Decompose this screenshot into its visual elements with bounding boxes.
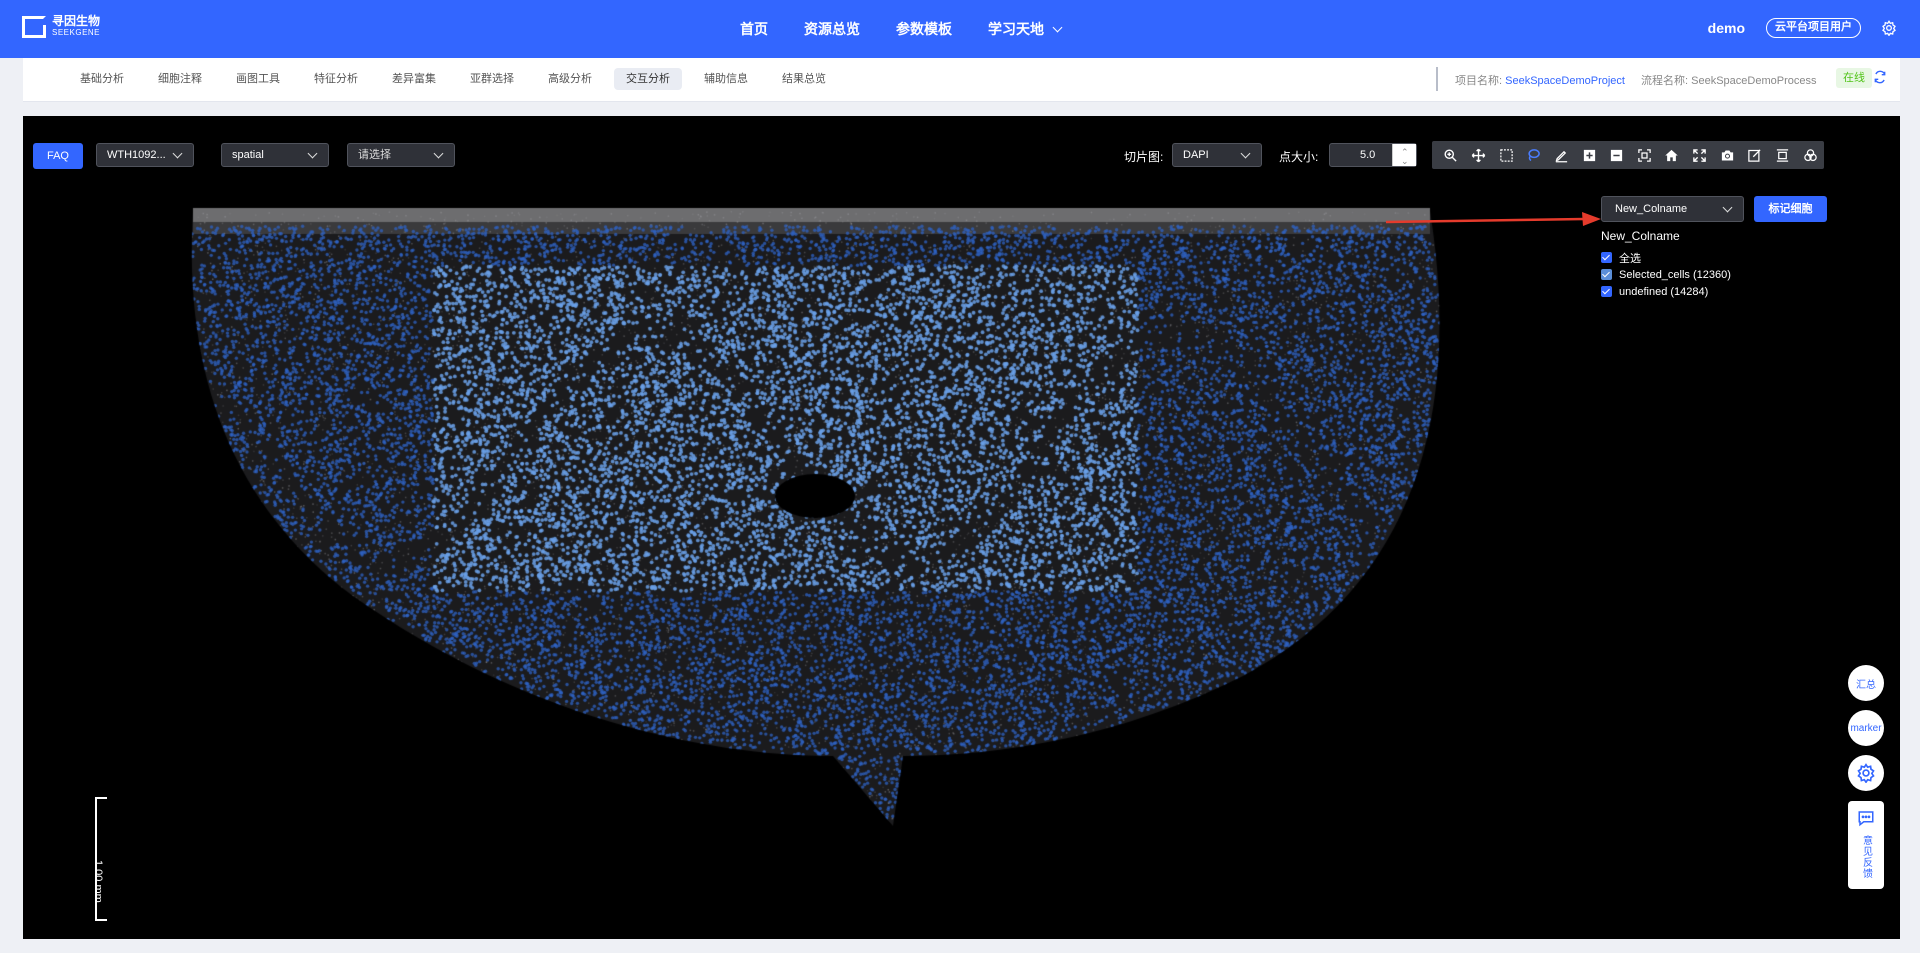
zoom-in-icon[interactable] <box>1437 141 1465 169</box>
nav-learning[interactable]: 学习天地 <box>988 19 1063 39</box>
embedding-select[interactable]: spatial <box>221 143 329 167</box>
process-name: SeekSpaceDemoProcess <box>1691 75 1817 87</box>
chevron-down-icon <box>1722 202 1733 213</box>
legend-item-undefined[interactable]: undefined (14284) <box>1601 283 1731 300</box>
plus-icon[interactable] <box>1575 141 1603 169</box>
slice-select[interactable]: DAPI <box>1172 143 1262 167</box>
draw-icon[interactable] <box>1548 141 1576 169</box>
legend-item-select-all[interactable]: 全选 <box>1601 249 1731 266</box>
viewer-toolbar <box>1432 141 1824 169</box>
user-name[interactable]: demo <box>1708 20 1745 36</box>
point-size-label: 点大小: <box>1279 150 1319 164</box>
top-bar: 寻因生物 SEEKGENE 首页 资源总览 参数模板 学习天地 demo 云平台… <box>0 0 1920 58</box>
legend-title: New_Colname <box>1601 229 1680 243</box>
checkbox-icon[interactable] <box>1601 286 1612 297</box>
refresh-icon[interactable] <box>1873 70 1887 84</box>
sample-select[interactable]: WTH1092... <box>96 143 194 167</box>
chevron-down-icon <box>307 148 318 159</box>
point-size-value: 5.0 <box>1360 149 1376 161</box>
scale-bar-label: 1.00 mm <box>92 860 104 903</box>
project-label: 项目名称: <box>1455 75 1506 87</box>
feedback-button[interactable]: 意见反馈 <box>1848 801 1884 889</box>
tab-interactive-analysis[interactable]: 交互分析 <box>614 68 682 90</box>
nav-templates[interactable]: 参数模板 <box>896 19 952 39</box>
cell-legend: New_Colname 全选 Selected_cells (12360) un… <box>1601 229 1731 300</box>
pan-icon[interactable] <box>1465 141 1493 169</box>
brand-logo[interactable]: 寻因生物 SEEKGENE <box>22 14 101 38</box>
chat-icon <box>1858 811 1874 827</box>
process-info: 流程名称: SeekSpaceDemoProcess <box>1641 72 1816 88</box>
spatial-viewer[interactable]: FAQ WTH1092... spatial 请选择 切片图: DAPI 点大小… <box>23 116 1900 939</box>
chevron-down-icon <box>172 148 183 159</box>
embedding-select-value: spatial <box>232 149 264 161</box>
fullscreen-icon[interactable] <box>1686 141 1714 169</box>
annotation-arrow-icon <box>1385 212 1601 226</box>
point-size-stepper[interactable] <box>1392 141 1416 172</box>
slice-label: 切片图: <box>1124 150 1164 164</box>
project-info: 项目名称: SeekSpaceDemoProject <box>1455 72 1625 88</box>
nav-home[interactable]: 首页 <box>740 19 768 39</box>
box-select-icon[interactable] <box>1492 141 1520 169</box>
process-label: 流程名称: <box>1641 75 1692 87</box>
home-icon[interactable] <box>1658 141 1686 169</box>
colname-select[interactable]: New_Colname <box>1601 196 1744 222</box>
tab-feature-analysis[interactable]: 特征分析 <box>302 68 370 90</box>
faq-button[interactable]: FAQ <box>33 143 83 169</box>
tab-basic-analysis[interactable]: 基础分析 <box>68 68 136 90</box>
legend-label: undefined (14284) <box>1619 285 1709 298</box>
checkbox-icon[interactable] <box>1601 252 1612 263</box>
sample-select-value: WTH1092... <box>107 149 166 161</box>
chevron-down-icon <box>433 148 444 159</box>
legend-item-selected-cells[interactable]: Selected_cells (12360) <box>1601 266 1731 283</box>
camera-icon[interactable] <box>1713 141 1741 169</box>
settings-button[interactable] <box>1848 755 1884 791</box>
lasso-icon[interactable] <box>1520 141 1548 169</box>
chevron-down-icon <box>1240 148 1251 159</box>
legend-label: Selected_cells (12360) <box>1619 268 1731 281</box>
legend-label: 全选 <box>1619 252 1641 265</box>
group-select[interactable]: 请选择 <box>347 143 455 167</box>
tab-aux-info[interactable]: 辅助信息 <box>692 68 760 90</box>
user-role-badge: 云平台项目用户 <box>1766 18 1861 38</box>
colname-select-value: New_Colname <box>1615 203 1688 215</box>
gear-icon <box>1857 763 1875 783</box>
project-link[interactable]: SeekSpaceDemoProject <box>1505 75 1625 87</box>
tab-results-overview[interactable]: 结果总览 <box>770 68 838 90</box>
status-badge: 在线 <box>1836 68 1872 88</box>
slice-select-value: DAPI <box>1183 149 1209 161</box>
tab-advanced-analysis[interactable]: 高级分析 <box>536 68 604 90</box>
nav-resources[interactable]: 资源总览 <box>804 19 860 39</box>
main-nav: 首页 资源总览 参数模板 学习天地 <box>740 0 1097 58</box>
brand-name-en: SEEKGENE <box>52 28 101 37</box>
summary-button[interactable]: 汇总 <box>1848 665 1884 701</box>
minus-icon[interactable] <box>1603 141 1631 169</box>
gear-icon[interactable] <box>1881 20 1897 36</box>
subnav-divider <box>1436 67 1438 91</box>
venn-icon[interactable] <box>1796 141 1824 169</box>
feedback-label: 意见反馈 <box>1860 835 1872 879</box>
brand-name-cn: 寻因生物 <box>52 14 101 28</box>
logo-mark-icon <box>22 16 46 38</box>
align-icon[interactable] <box>1769 141 1797 169</box>
group-select-placeholder: 请选择 <box>358 149 391 161</box>
checkbox-icon[interactable] <box>1601 269 1612 280</box>
nav-learning-label: 学习天地 <box>988 21 1044 37</box>
mark-cells-button[interactable]: 标记细胞 <box>1754 196 1827 222</box>
fit-icon[interactable] <box>1630 141 1658 169</box>
analysis-subnav: 基础分析 细胞注释 画图工具 特征分析 差异富集 亚群选择 高级分析 交互分析 … <box>23 58 1900 102</box>
edit-icon[interactable] <box>1741 141 1769 169</box>
tab-plot-tools[interactable]: 画图工具 <box>224 68 292 90</box>
marker-button[interactable]: marker <box>1848 710 1884 746</box>
tab-diff-enrichment[interactable]: 差异富集 <box>380 68 448 90</box>
point-size-input[interactable]: 5.0 <box>1329 141 1417 172</box>
chevron-down-icon <box>1052 22 1063 32</box>
tab-subcluster[interactable]: 亚群选择 <box>458 68 526 90</box>
tab-cell-annotation[interactable]: 细胞注释 <box>146 68 214 90</box>
